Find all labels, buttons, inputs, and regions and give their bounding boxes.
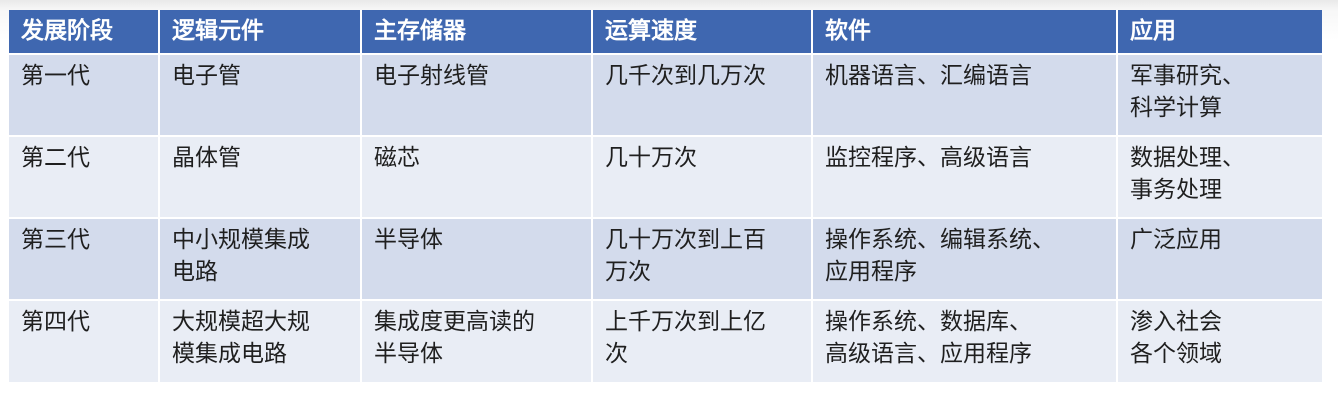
cell-line: 万次 — [605, 259, 651, 285]
cell-line: 几十万次 — [605, 145, 697, 171]
cell-software: 操作系统、编辑系统、 应用程序 — [812, 218, 1118, 301]
cell-line: 机器语言、汇编语言 — [825, 63, 1032, 89]
cell-line: 上千万次到上亿 — [605, 309, 766, 335]
cell-line: 军事研究、 — [1130, 63, 1245, 89]
cell-line: 监控程序、高级语言 — [825, 145, 1032, 171]
cell-line: 广泛应用 — [1130, 227, 1222, 253]
cell-line: 模集成电路 — [172, 341, 287, 367]
table-row: 第一代 电子管 电子射线管 几千次到几万次 机器语言、汇编语言 军事研究、 科学… — [9, 54, 1322, 137]
cell-line: 第三代 — [21, 227, 90, 253]
cell-line: 几十万次到上百 — [605, 227, 766, 253]
cell-line: 几千次到几万次 — [605, 63, 766, 89]
cell-stage: 第二代 — [9, 136, 160, 219]
cell-software: 操作系统、数据库、 高级语言、应用程序 — [812, 300, 1118, 382]
cell-application: 广泛应用 — [1117, 218, 1322, 301]
cell-application: 渗入社会 各个领域 — [1117, 300, 1322, 382]
cell-line: 晶体管 — [172, 145, 241, 171]
header-logic-element: 逻辑元件 — [159, 10, 362, 55]
table-row: 第二代 晶体管 磁芯 几十万次 监控程序、高级语言 数据处理、 事务处理 — [9, 136, 1322, 219]
cell-line: 高级语言、应用程序 — [825, 341, 1032, 367]
cell-main-memory: 磁芯 — [361, 136, 593, 219]
cell-line: 各个领域 — [1130, 341, 1222, 367]
cell-logic-element: 中小规模集成 电路 — [159, 218, 362, 301]
header-row: 发展阶段 逻辑元件 主存储器 运算速度 软件 应用 — [9, 10, 1322, 55]
computer-generations-table: 发展阶段 逻辑元件 主存储器 运算速度 软件 应用 第一代 电子管 电子射线管 — [9, 10, 1322, 382]
table-row: 第四代 大规模超大规 模集成电路 集成度更高读的 半导体 上千万次到上亿 次 操… — [9, 300, 1322, 382]
cell-main-memory: 电子射线管 — [361, 54, 593, 137]
cell-line: 数据处理、 — [1130, 145, 1245, 171]
cell-software: 机器语言、汇编语言 — [812, 54, 1118, 137]
cell-main-memory: 半导体 — [361, 218, 593, 301]
cell-line: 第四代 — [21, 309, 90, 335]
cell-line: 电路 — [172, 259, 218, 285]
cell-stage: 第三代 — [9, 218, 160, 301]
cell-speed: 几十万次到上百 万次 — [592, 218, 813, 301]
header-stage: 发展阶段 — [9, 10, 160, 55]
cell-application: 军事研究、 科学计算 — [1117, 54, 1322, 137]
cell-line: 大规模超大规 — [172, 309, 310, 335]
cell-line: 第一代 — [21, 63, 90, 89]
cell-logic-element: 晶体管 — [159, 136, 362, 219]
cell-line: 事务处理 — [1130, 177, 1222, 203]
cell-line: 电子射线管 — [374, 63, 489, 89]
cell-line: 磁芯 — [374, 145, 420, 171]
cell-line: 集成度更高读的 — [374, 309, 535, 335]
header-software: 软件 — [812, 10, 1118, 55]
cell-line: 电子管 — [172, 63, 241, 89]
cell-speed: 上千万次到上亿 次 — [592, 300, 813, 382]
cell-stage: 第四代 — [9, 300, 160, 382]
generations-table-container: 发展阶段 逻辑元件 主存储器 运算速度 软件 应用 第一代 电子管 电子射线管 — [9, 10, 1322, 382]
cell-speed: 几十万次 — [592, 136, 813, 219]
cell-line: 半导体 — [374, 341, 443, 367]
header-speed: 运算速度 — [592, 10, 813, 55]
cell-software: 监控程序、高级语言 — [812, 136, 1118, 219]
header-main-memory: 主存储器 — [361, 10, 593, 55]
cell-line: 应用程序 — [825, 259, 917, 285]
cell-main-memory: 集成度更高读的 半导体 — [361, 300, 593, 382]
cell-line: 次 — [605, 341, 628, 367]
cell-line: 半导体 — [374, 227, 443, 253]
table-row: 第三代 中小规模集成 电路 半导体 几十万次到上百 万次 操作系统、编辑系统、 … — [9, 218, 1322, 301]
cell-line: 科学计算 — [1130, 95, 1222, 121]
header-application: 应用 — [1117, 10, 1322, 55]
cell-application: 数据处理、 事务处理 — [1117, 136, 1322, 219]
cell-stage: 第一代 — [9, 54, 160, 137]
cell-line: 第二代 — [21, 145, 90, 171]
cell-speed: 几千次到几万次 — [592, 54, 813, 137]
cell-logic-element: 大规模超大规 模集成电路 — [159, 300, 362, 382]
cell-line: 中小规模集成 — [172, 227, 310, 253]
cell-line: 操作系统、数据库、 — [825, 309, 1032, 335]
cell-line: 操作系统、编辑系统、 — [825, 227, 1055, 253]
cell-line: 渗入社会 — [1130, 309, 1222, 335]
cell-logic-element: 电子管 — [159, 54, 362, 137]
